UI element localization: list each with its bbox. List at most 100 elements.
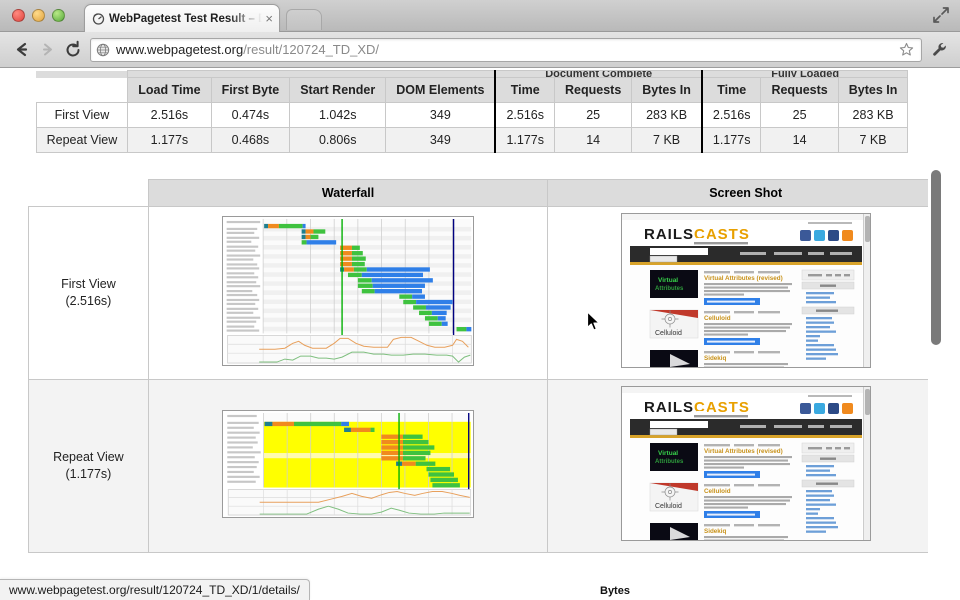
cell-rv-dc-requests: 14 <box>553 127 633 153</box>
globe-icon <box>96 43 110 57</box>
cell-fv-first-byte: 0.474s <box>210 102 291 128</box>
row-label-line1: First View <box>61 277 116 291</box>
row-label-line2: (1.177s) <box>65 467 112 481</box>
group-header-document-complete: Document Complete <box>494 70 703 78</box>
cell-fv-start-render: 1.042s <box>289 102 387 128</box>
svg-text:Virtual Attributes (revised): Virtual Attributes (revised) <box>704 448 783 455</box>
cell-fv-fl-time: 2.516s <box>700 102 762 128</box>
webpagetest-results-page: Document Complete Fully Loaded Load Time… <box>0 70 944 600</box>
cell-fv-load-time: 2.516s <box>127 102 212 128</box>
results-grid-corner-blank <box>28 179 149 207</box>
svg-text:Sidekiq: Sidekiq <box>704 355 727 362</box>
results-grid: Waterfall Screen Shot First View (2.516s… <box>28 179 944 553</box>
browser-tab[interactable]: WebPagetest Test Result – D × <box>84 4 280 32</box>
screenshot-thumbnail-first-view[interactable]: RAILS CASTS Virtual Attributes Virtual A… <box>620 213 871 368</box>
row-label-line1: Repeat View <box>53 450 124 464</box>
waterfall-utilization-panel <box>227 334 472 363</box>
row-label-repeat-view: Repeat View <box>35 127 129 153</box>
results-grid-header-row: Waterfall Screen Shot <box>28 179 944 207</box>
minimize-window-button[interactable] <box>32 9 45 22</box>
cell-rv-dc-time: 1.177s <box>494 127 556 153</box>
cell-rv-first-byte: 0.468s <box>210 127 291 153</box>
svg-text:Virtual: Virtual <box>658 277 678 284</box>
group-corner-blank <box>36 70 128 78</box>
waterfall-cell-first-view[interactable] <box>147 206 549 380</box>
webpagetest-favicon-icon <box>91 12 105 26</box>
zoom-window-button[interactable] <box>52 9 65 22</box>
cell-rv-fl-time: 1.177s <box>700 127 762 153</box>
page-viewport: Document Complete Fully Loaded Load Time… <box>0 70 960 600</box>
new-tab-button[interactable] <box>286 9 322 30</box>
url-text: www.webpagetest.org/result/120724_TD_XD/ <box>116 42 896 57</box>
star-icon[interactable] <box>896 42 916 57</box>
reload-button[interactable] <box>60 37 86 63</box>
screenshot-thumbnail-repeat-view[interactable]: RAILS CASTS Virtual Attributes Virtual A… <box>620 386 871 541</box>
status-bar: www.webpagetest.org/result/120724_TD_XD/… <box>0 579 310 600</box>
screenshot-cell-first-view[interactable]: RAILS CASTS Virtual Attributes Virtual A… <box>547 206 944 380</box>
col-dom-elements: DOM Elements <box>385 77 496 103</box>
summary-table-wrap: Document Complete Fully Loaded Load Time… <box>0 70 944 153</box>
page-scrollbar-thumb[interactable] <box>931 170 941 345</box>
waterfall-chart-repeat-view[interactable] <box>222 409 475 518</box>
wrench-icon[interactable] <box>928 41 952 59</box>
svg-text:Sidekiq: Sidekiq <box>704 528 727 535</box>
svg-text:RAILS: RAILS <box>644 226 694 243</box>
cell-rv-fl-bytes-in: 7 KB <box>837 127 909 153</box>
back-button[interactable] <box>8 37 34 63</box>
cell-rv-load-time: 1.177s <box>127 127 212 153</box>
svg-text:Celluloid: Celluloid <box>704 488 731 495</box>
group-header-fully-loaded: Fully Loaded <box>700 70 909 78</box>
svg-text:Virtual Attributes (revised): Virtual Attributes (revised) <box>704 275 783 282</box>
cell-rv-dom-elements: 349 <box>385 127 496 153</box>
svg-text:Celluloid: Celluloid <box>655 503 682 510</box>
svg-text:Virtual: Virtual <box>658 450 678 457</box>
address-bar[interactable]: www.webpagetest.org/result/120724_TD_XD/ <box>90 37 922 62</box>
results-row-label-repeat-view: Repeat View (1.177s) <box>28 379 149 553</box>
fullscreen-arrows-icon[interactable] <box>930 4 952 26</box>
cell-fv-dc-time: 2.516s <box>494 102 556 128</box>
tab-title: WebPagetest Test Result – D <box>109 12 263 25</box>
col-load-time: Load Time <box>127 77 212 103</box>
tab-close-icon[interactable]: × <box>262 11 273 26</box>
col-fl-requests: Requests <box>760 77 839 103</box>
browser-window: WebPagetest Test Result – D × www.webpag… <box>0 0 960 600</box>
url-host: www.webpagetest.org <box>116 42 244 57</box>
close-window-button[interactable] <box>12 9 25 22</box>
row-label-line2: (2.516s) <box>65 294 112 308</box>
summary-table: Document Complete Fully Loaded Load Time… <box>35 70 909 153</box>
waterfall-cell-repeat-view[interactable] <box>147 379 549 553</box>
url-path: /result/120724_TD_XD/ <box>243 42 380 57</box>
browser-toolbar: www.webpagetest.org/result/120724_TD_XD/ <box>0 32 960 68</box>
col-dc-time: Time <box>494 77 556 103</box>
cell-fv-dom-elements: 349 <box>385 102 496 128</box>
waterfall-chart-first-view[interactable] <box>222 215 475 366</box>
svg-text:Attributes: Attributes <box>655 286 684 292</box>
tab-strip: WebPagetest Test Result – D × <box>0 0 960 32</box>
results-row-label-first-view: First View (2.516s) <box>28 206 149 380</box>
col-fl-time: Time <box>700 77 762 103</box>
svg-text:RAILS: RAILS <box>644 399 694 416</box>
cell-rv-fl-requests: 14 <box>760 127 839 153</box>
window-traffic-lights <box>12 9 65 22</box>
summary-column-header-row: Load Time First Byte Start Render DOM El… <box>36 77 909 103</box>
page-scrollbar[interactable] <box>928 70 944 600</box>
cell-rv-dc-bytes-in: 7 KB <box>631 127 703 153</box>
screenshot-cell-repeat-view[interactable]: RAILS CASTS Virtual Attributes Virtual A… <box>547 379 944 553</box>
waterfall-utilization-panel <box>227 488 472 515</box>
col-dc-requests: Requests <box>553 77 633 103</box>
forward-button[interactable] <box>34 37 60 63</box>
group-header-blank <box>127 70 496 78</box>
col-fl-bytes-in: Bytes In <box>837 77 909 103</box>
table-row: Repeat View 1.177s 0.468s 0.806s 349 1.1… <box>35 127 909 153</box>
screenshot-scrollbar <box>862 214 870 367</box>
svg-text:Celluloid: Celluloid <box>704 315 731 322</box>
svg-text:Celluloid: Celluloid <box>655 330 682 337</box>
cell-fv-fl-bytes-in: 283 KB <box>837 102 909 128</box>
screenshot-scrollbar <box>862 387 870 540</box>
summary-group-header-row: Document Complete Fully Loaded <box>36 70 909 78</box>
col-start-render: Start Render <box>289 77 387 103</box>
svg-text:Attributes: Attributes <box>655 459 684 465</box>
results-row-first-view: First View (2.516s) RAILS CASTS Virtual … <box>28 206 944 380</box>
cell-fv-dc-requests: 25 <box>553 102 633 128</box>
table-row: First View 2.516s 0.474s 1.042s 349 2.51… <box>35 102 909 128</box>
